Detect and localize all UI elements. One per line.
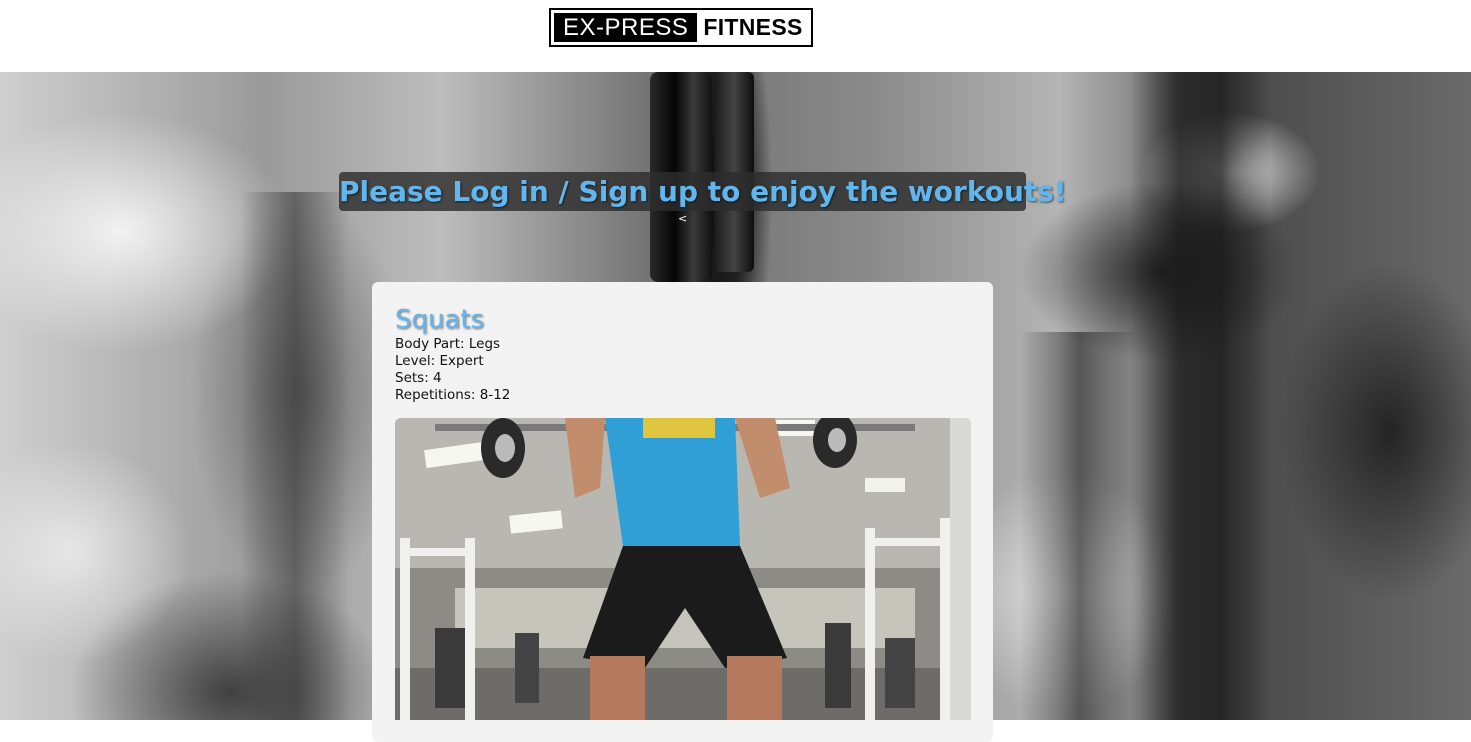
- site-header: EX-PRESS FITNESS: [0, 0, 1471, 72]
- workout-sets: Sets: 4: [395, 370, 442, 386]
- site-logo[interactable]: EX-PRESS FITNESS: [549, 8, 813, 47]
- workout-body-part: Body Part: Legs: [395, 336, 501, 352]
- squat-video-thumbnail: [395, 418, 971, 720]
- logo-text-left: EX-PRESS: [554, 13, 698, 42]
- workout-level: Level: Expert: [395, 353, 484, 369]
- chevron-left-icon: <: [678, 212, 688, 225]
- barbell-rack: [240, 192, 350, 720]
- login-prompt-banner: Please Log in / Sign up to enjoy the wor…: [339, 172, 1067, 211]
- barbell-rack: [1020, 332, 1140, 720]
- barbell-rack: [1130, 72, 1270, 720]
- workout-video[interactable]: [395, 418, 971, 720]
- workout-title: Squats: [395, 305, 485, 335]
- logo-text-right: FITNESS: [703, 14, 803, 40]
- workout-repetitions: Repetitions: 8-12: [395, 387, 511, 403]
